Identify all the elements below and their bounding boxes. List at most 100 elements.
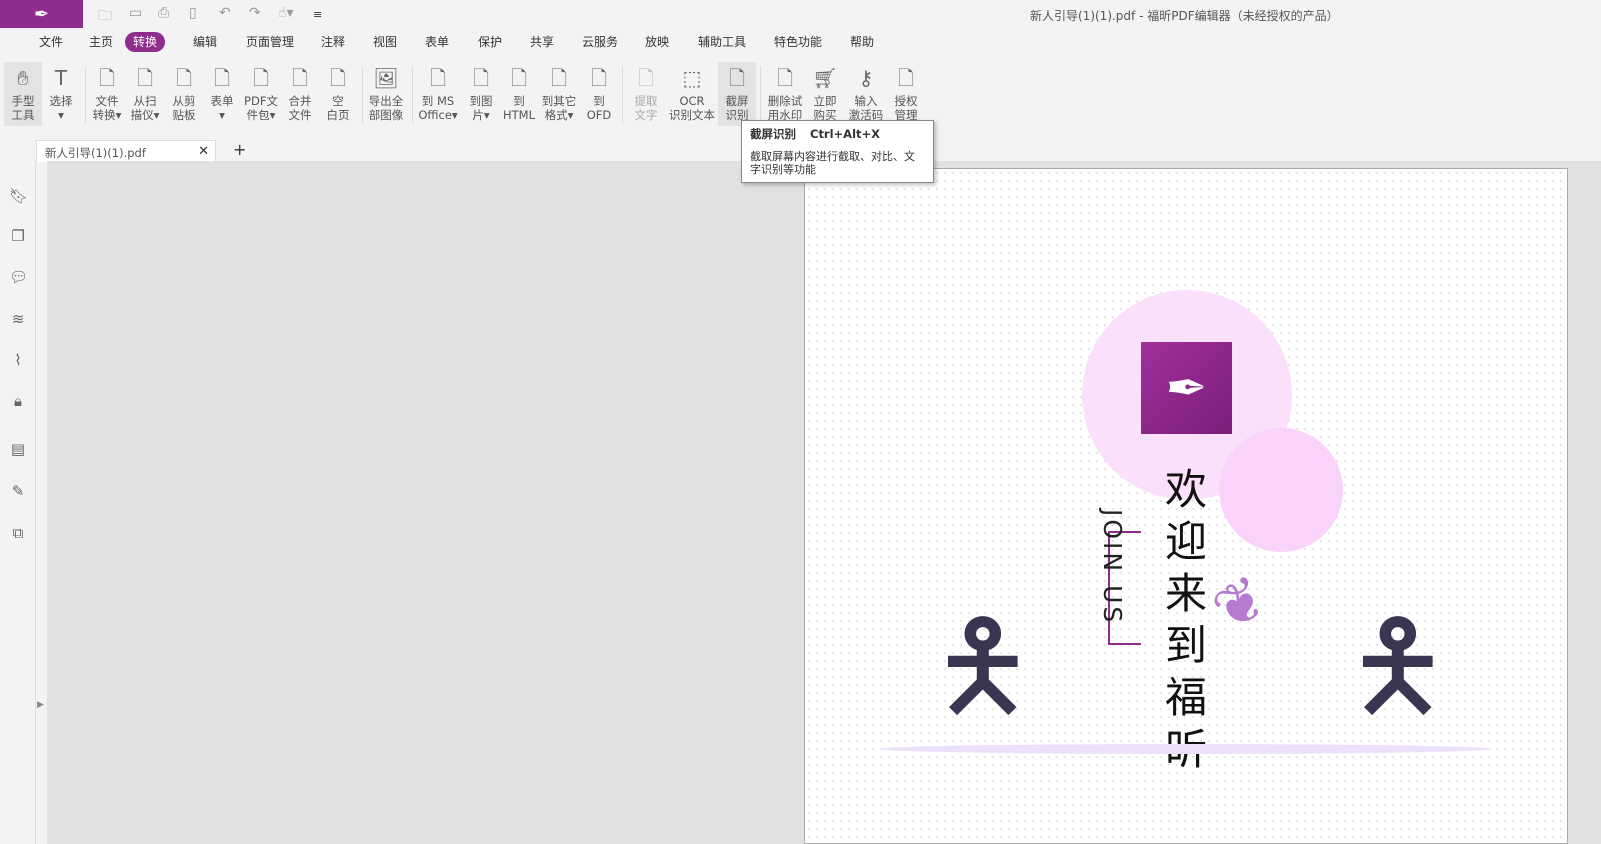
ribbon-button-blank-page[interactable]: 🗋︎ 空白页 <box>319 62 357 126</box>
ribbon-label-1: 授权 <box>894 94 918 108</box>
menu-2[interactable]: 转换 <box>125 32 166 52</box>
to-office-icon: 🗋︎ <box>429 66 447 90</box>
ribbon-label-1: 删除试 <box>767 94 803 108</box>
expand-panel-arrow[interactable]: ▶ <box>37 700 44 710</box>
ribbon-button-key[interactable]: ⚷ 输入 激活码 <box>846 62 886 126</box>
ribbon-label-2: 工具 <box>11 108 35 122</box>
document-tab[interactable]: 新人引导(1)(1).pdf ✕ <box>36 140 216 162</box>
menu-4[interactable]: 页面管理 <box>238 32 302 52</box>
ribbon-button-license[interactable]: 🗋︎ 授权 管理 <box>887 62 925 126</box>
ribbon-label-1: PDF文 <box>244 94 278 108</box>
tooltip-title: 截屏识别 <box>750 127 796 141</box>
ribbon-button-remove-watermark[interactable]: 🗋︎ 删除试 用水印 <box>765 62 805 126</box>
menu-8[interactable]: 保护 <box>470 32 510 52</box>
tab-label: 新人引导(1)(1).pdf <box>45 146 146 160</box>
select-text-icon: T <box>54 66 68 90</box>
ribbon-button-to-ofd[interactable]: 🗋︎ 到 OFD <box>580 62 618 126</box>
ribbon-button-extract-text[interactable]: 🗋︎ 提取 文字 <box>627 62 665 126</box>
ribbon-button-to-office[interactable]: 🗋︎ 到 MS Office▾ <box>416 62 460 126</box>
ribbon-label-2: ▾ <box>219 108 225 122</box>
menu-10[interactable]: 云服务 <box>574 32 626 52</box>
menu-5[interactable]: 注释 <box>313 32 353 52</box>
pages-icon[interactable]: ❐ <box>9 227 27 245</box>
foxit-logo-icon: ✒ <box>1141 342 1232 434</box>
ribbon-label-1: 截屏 <box>725 94 749 108</box>
menu-13[interactable]: 特色功能 <box>766 32 830 52</box>
ribbon-button-hand[interactable]: ✋︎ 手型 工具 <box>4 62 42 126</box>
ribbon-label-1: 选择 <box>49 94 73 108</box>
ribbon-separator <box>412 66 413 124</box>
undo-icon[interactable]: ↶ <box>219 5 231 21</box>
menu-11[interactable]: 放映 <box>637 32 677 52</box>
ribbon-button-scanner[interactable]: 🗋︎ 从扫 描仪▾ <box>126 62 164 126</box>
ribbon-label-1: 提取 <box>634 94 658 108</box>
ribbon-button-file-convert[interactable]: 🗋︎ 文件 转换▾ <box>88 62 126 126</box>
new-doc-icon[interactable]: ▯ <box>189 5 197 21</box>
ribbon-button-merge[interactable]: 🗋︎ 合并 文件 <box>281 62 319 126</box>
app-logo[interactable]: ✒ <box>0 0 83 28</box>
ribbon-button-to-image[interactable]: 🗋︎ 到图 片▾ <box>462 62 500 126</box>
layers-icon[interactable]: ≋ <box>9 310 27 328</box>
menu-12[interactable]: 辅助工具 <box>690 32 754 52</box>
print-icon[interactable]: ⎙ <box>158 5 169 21</box>
extract-text-icon: 🗋︎ <box>637 66 655 90</box>
bookmark-icon[interactable]: 🔖︎ <box>9 187 28 205</box>
attachment-icon[interactable]: ⌇ <box>9 351 27 369</box>
window-title: 新人引导(1)(1).pdf - 福昕PDF编辑器（未经授权的产品） <box>1030 9 1339 23</box>
cart-icon: 🛒︎ <box>812 66 838 90</box>
ribbon-separator <box>760 66 761 124</box>
blank-page-icon: 🗋︎ <box>329 66 347 90</box>
ribbon-label-2: 格式▾ <box>544 108 574 122</box>
ribbon-label-1: 到 <box>513 94 525 108</box>
menu-7[interactable]: 表单 <box>417 32 457 52</box>
menu-3[interactable]: 编辑 <box>185 32 225 52</box>
ribbon-button-portfolio[interactable]: 🗋︎ PDF文 件包▾ <box>241 62 281 126</box>
to-image-icon: 🗋︎ <box>472 66 490 90</box>
ribbon-button-select-text[interactable]: T 选择 ▾ <box>42 62 80 126</box>
ribbon-label-2: 片▾ <box>472 108 490 122</box>
ribbon-label-2: 白页 <box>326 108 350 122</box>
menu-9[interactable]: 共享 <box>522 32 562 52</box>
redo-icon[interactable]: ↷ <box>249 5 261 21</box>
menu-6[interactable]: 视图 <box>365 32 405 52</box>
left-sidebar: 🔖︎ ❐ 💬︎ ≋ ⌇ 🔒︎ ▤ ✎ ⧉ <box>0 161 36 844</box>
welcome-text: 欢迎来到福昕 <box>1165 465 1208 774</box>
ribbon-button-export-images[interactable]: 🖼︎ 导出全 部图像 <box>366 62 406 126</box>
ribbon-button-ocr[interactable]: ⬚ OCR 识别文本 <box>667 62 717 126</box>
open-icon[interactable]: 🗀 <box>98 5 112 29</box>
ribbon-label-2: ▾ <box>58 108 64 122</box>
fields-icon[interactable]: ▤ <box>9 440 27 458</box>
close-tab-icon[interactable]: ✕ <box>198 144 209 159</box>
ribbon-label-1: 合并 <box>288 94 312 108</box>
signature-icon[interactable]: ✎ <box>9 482 27 500</box>
ribbon-button-to-html[interactable]: 🗋︎ 到 HTML <box>500 62 538 126</box>
comments-icon[interactable]: 💬︎ <box>9 268 28 286</box>
export-images-icon: 🖼︎ <box>373 66 399 90</box>
screen-capture-icon: 🗋︎ <box>728 66 746 90</box>
ocr-icon: ⬚ <box>682 66 702 90</box>
ribbon-label-1: 手型 <box>11 94 35 108</box>
add-tab-button[interactable]: + <box>233 140 246 159</box>
ribbon-label-2: 识别文本 <box>669 108 715 122</box>
customize-icon[interactable]: ≡ <box>313 8 322 21</box>
ribbon-label-1: OCR <box>679 94 705 108</box>
tooltip: 截屏识别 Ctrl+Alt+X 截取屏幕内容进行截取、对比、文字识别等功能 <box>741 120 934 183</box>
ribbon-button-clipboard[interactable]: 🗋︎ 从剪 贴板 <box>165 62 203 126</box>
ribbon-label-2: 件包▾ <box>246 108 276 122</box>
compare-icon[interactable]: ⧉ <box>9 524 27 542</box>
hand-icon: ✋︎ <box>17 66 29 90</box>
ribbon-button-cart[interactable]: 🛒︎ 立即 购买 <box>806 62 844 126</box>
menu-14[interactable]: 帮助 <box>842 32 882 52</box>
hand-dropdown-icon[interactable]: ☝▾ <box>278 5 294 21</box>
to-other-icon: 🗋︎ <box>550 66 568 90</box>
security-icon[interactable]: 🔒︎ <box>9 392 27 410</box>
ribbon-button-screen-capture[interactable]: 🗋︎ 截屏 识别 <box>718 62 756 126</box>
clipboard-icon: 🗋︎ <box>175 66 193 90</box>
ribbon-label-2: OFD <box>586 108 612 122</box>
ribbon-button-form[interactable]: 🗋︎ 表单 ▾ <box>203 62 241 126</box>
menu-0[interactable]: 文件 <box>31 32 71 52</box>
save-icon[interactable]: ▭ <box>129 5 142 21</box>
ribbon-button-to-other[interactable]: 🗋︎ 到其它 格式▾ <box>538 62 580 126</box>
key-icon: ⚷ <box>858 66 874 90</box>
menu-1[interactable]: 主页 <box>81 32 121 52</box>
